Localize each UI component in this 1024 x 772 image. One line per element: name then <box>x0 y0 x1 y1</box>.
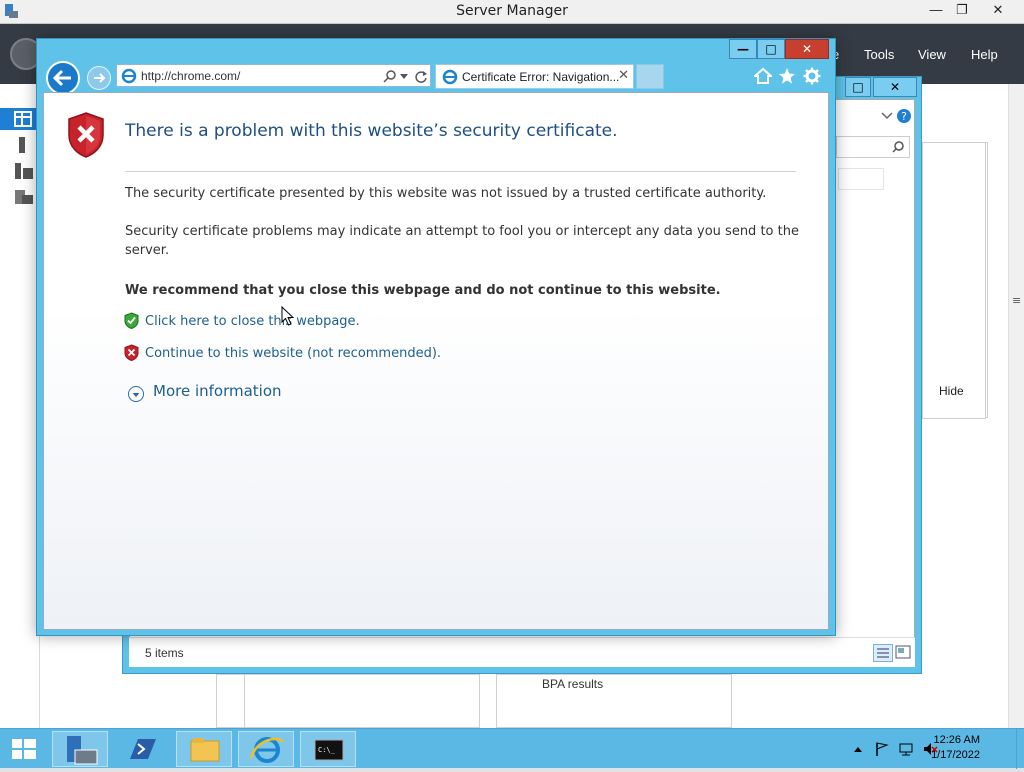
menu-tools[interactable]: Tools <box>864 47 894 62</box>
start-button[interactable] <box>0 731 50 767</box>
dialog-search-input[interactable] <box>836 136 910 158</box>
dialog-close-button[interactable]: ✕ <box>873 77 917 97</box>
home-icon[interactable] <box>754 67 772 85</box>
all-servers-nav-item[interactable] <box>0 160 40 182</box>
close-button[interactable]: ✕ <box>982 0 1014 20</box>
certificate-error-page: There is a problem with this website’s s… <box>43 92 829 630</box>
dashboard-nav-item[interactable] <box>0 108 40 130</box>
error-heading: There is a problem with this website’s s… <box>125 121 618 141</box>
show-hidden-icons-icon[interactable] <box>850 741 866 757</box>
windows-logo-icon <box>12 739 36 759</box>
green-check-shield-icon <box>124 312 139 329</box>
tile-edge <box>216 674 246 728</box>
system-clock[interactable]: 12:26 AM 1/17/2022 <box>931 733 980 763</box>
file-services-nav-item[interactable] <box>0 186 40 208</box>
taskbar-internet-explorer[interactable] <box>238 731 294 767</box>
internet-explorer-icon <box>249 737 285 763</box>
back-arrow-icon <box>52 69 71 87</box>
clock-date: 1/17/2022 <box>931 749 980 761</box>
window-title: Server Manager <box>456 3 568 19</box>
server-icon <box>19 137 25 153</box>
error-description: The security certificate presented by th… <box>125 186 767 201</box>
left-navigation <box>0 84 40 728</box>
address-bar[interactable]: http://chrome.com/ <box>116 64 431 87</box>
chevron-down-icon[interactable] <box>880 110 894 122</box>
ie-maximize-button[interactable]: □ <box>757 39 785 59</box>
tile-left <box>244 674 480 728</box>
ie-tab-icon <box>442 69 458 85</box>
dashboard-icon <box>14 111 32 127</box>
dialog-maximize-button[interactable]: □ <box>845 77 871 97</box>
red-x-shield-icon <box>124 344 139 361</box>
svg-text:C:\_: C:\_ <box>318 746 336 754</box>
item-count: 5 items <box>145 646 184 660</box>
folder-icon <box>190 738 220 762</box>
settings-gear-icon[interactable] <box>803 67 821 85</box>
taskbar: C:\_ 12:26 AM 1/17/2022 <box>0 728 1024 769</box>
error-warning: Security certificate problems may indica… <box>125 224 799 258</box>
dropdown-arrow-icon[interactable] <box>399 73 409 81</box>
continue-website-link[interactable]: Continue to this website (not recommende… <box>145 346 441 361</box>
internet-explorer-window: — □ ✕ http://chrome.com/ Certificate Err… <box>36 38 836 636</box>
ie-page-icon <box>121 68 137 84</box>
tab-close-icon[interactable]: ✕ <box>618 68 629 83</box>
taskbar-file-explorer[interactable] <box>176 731 232 767</box>
action-center-flag-icon[interactable] <box>874 741 890 757</box>
taskbar-powershell[interactable] <box>114 731 170 767</box>
command-prompt-icon: C:\_ <box>314 739 344 761</box>
powershell-icon <box>130 739 156 759</box>
hide-panel: Hide <box>922 142 986 419</box>
favorites-star-icon[interactable] <box>778 67 796 85</box>
refresh-icon[interactable] <box>414 70 428 84</box>
search-icon <box>892 141 904 153</box>
servers-icon <box>15 163 33 179</box>
dialog-filter-box[interactable] <box>838 168 884 190</box>
forward-arrow-icon <box>94 73 106 83</box>
new-tab-button[interactable] <box>636 64 664 89</box>
mouse-cursor-icon <box>281 306 295 326</box>
expand-chevron-icon[interactable] <box>128 386 144 402</box>
ie-forward-button[interactable] <box>87 66 111 90</box>
local-server-nav-item[interactable] <box>0 134 40 156</box>
chevron-down-icon <box>132 393 140 397</box>
tiles-view-icon[interactable] <box>895 645 911 659</box>
menu-help[interactable]: Help <box>971 47 998 62</box>
server-manager-icon <box>67 736 98 765</box>
taskbar-command-prompt[interactable]: C:\_ <box>300 731 356 767</box>
taskbar-server-manager[interactable] <box>52 731 108 767</box>
security-error-shield-icon <box>68 112 104 158</box>
clock-time: 12:26 AM <box>933 734 980 746</box>
ie-back-button[interactable] <box>46 61 80 95</box>
more-information-link[interactable]: More information <box>153 382 282 400</box>
svg-text:?: ? <box>901 110 907 123</box>
close-webpage-link[interactable]: Click here to close this webpage. <box>145 314 360 329</box>
tab-certificate-error[interactable]: Certificate Error: Navigation... ✕ <box>435 64 634 89</box>
vertical-scrollbar[interactable]: ≡ <box>1008 84 1024 728</box>
search-icon[interactable] <box>383 70 397 84</box>
details-view-icon[interactable] <box>873 644 893 662</box>
bpa-results-label: BPA results <box>542 677 604 691</box>
dialog-status-bar: 5 items <box>129 637 915 667</box>
menu-view[interactable]: View <box>918 47 946 62</box>
ie-minimize-button[interactable]: — <box>729 39 757 59</box>
help-icon[interactable]: ? <box>896 108 912 124</box>
hide-link[interactable]: Hide <box>939 384 964 398</box>
network-icon[interactable] <box>898 741 914 757</box>
server-manager-titlebar: Server Manager — ❐ ✕ <box>0 0 1024 24</box>
recommendation-text: We recommend that you close this webpage… <box>125 283 721 298</box>
file-storage-icon <box>15 190 33 204</box>
heading-divider <box>125 171 796 172</box>
show-desktop-button[interactable] <box>1016 729 1024 769</box>
tile-right: BPA results <box>496 674 732 728</box>
address-text: http://chrome.com/ <box>141 69 241 83</box>
ie-close-button[interactable]: ✕ <box>785 39 829 59</box>
restore-button[interactable]: ❐ <box>946 0 978 20</box>
tab-title: Certificate Error: Navigation... <box>462 70 620 84</box>
